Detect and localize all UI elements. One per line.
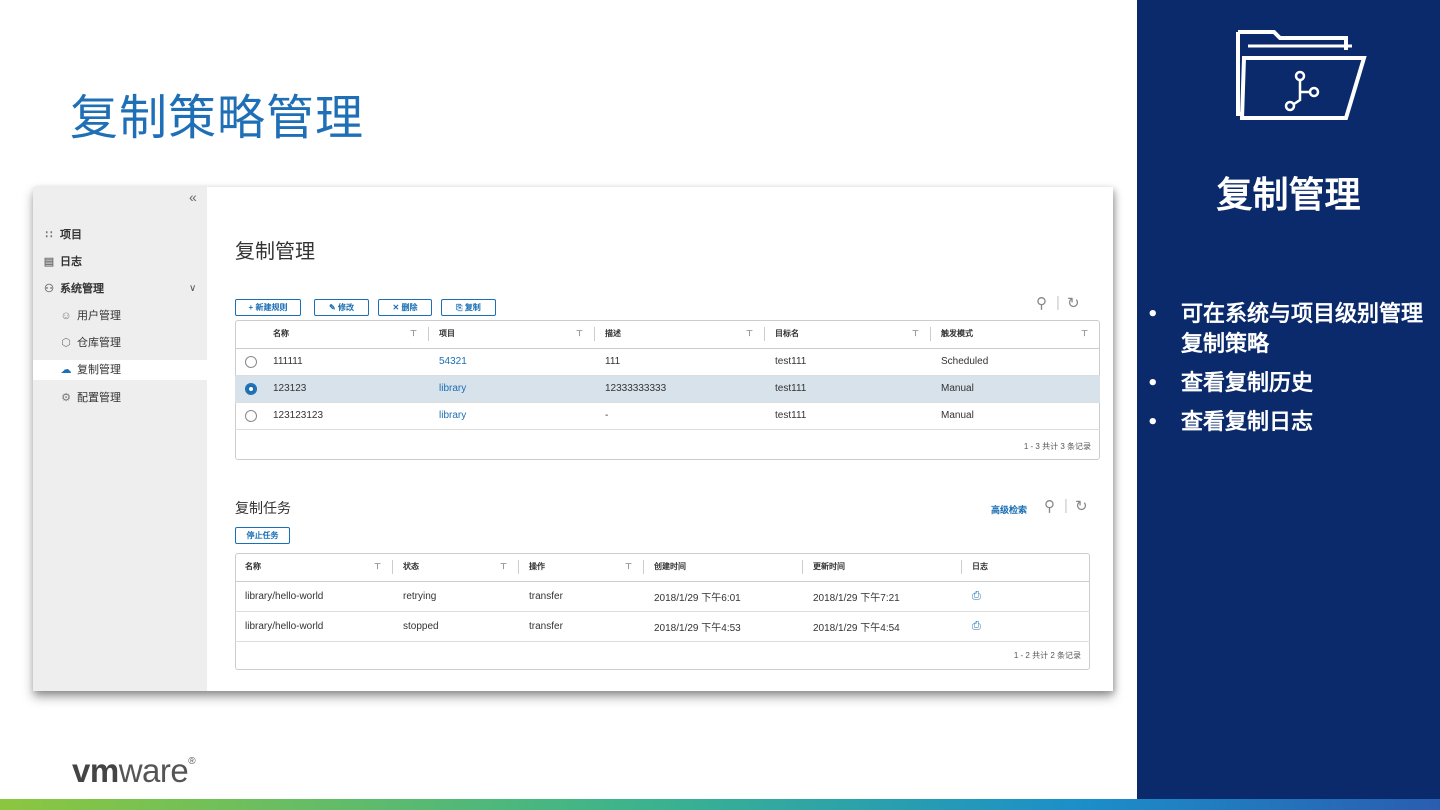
sidebar-item-projects[interactable]: ∷ 项目 [43, 225, 83, 245]
divider: | [1064, 497, 1068, 514]
users-icon: ☺ [60, 310, 72, 322]
bottom-gradient-bar [0, 799, 1440, 810]
registry-icon: ⬡ [61, 337, 71, 349]
sidebar-item-admin[interactable]: ⚇ 系统管理 [43, 279, 104, 299]
sidebar-item-label: 配置管理 [77, 392, 121, 404]
copy-icon: ⎘ [456, 303, 463, 312]
page-title: 复制管理 [235, 241, 315, 263]
column-header[interactable]: 日志 [962, 553, 1090, 582]
rules-table: 名称 ⊤ 项目 ⊤ 描述 ⊤ 目标名 ⊤ 触发模式 ⊤ 111111 54321 111 … [235, 320, 1100, 430]
search-icon[interactable]: ⚲ [1044, 497, 1055, 515]
pencil-icon: ✎ [329, 303, 336, 312]
filter-icon[interactable]: ⊤ [500, 562, 507, 571]
column-header[interactable]: 更新时间 [803, 553, 962, 582]
sidebar-item-logs[interactable]: ▤ 日志 [43, 252, 82, 272]
rules-table-footer: 1 - 3 共计 3 条记录 [1023, 442, 1091, 451]
filter-icon[interactable]: ⊤ [576, 329, 583, 338]
column-header[interactable]: 目标名 ⊤ [765, 320, 931, 349]
column-header[interactable]: 操作 ⊤ [519, 553, 644, 582]
sidebar-item-label: 项目 [60, 229, 82, 241]
stop-job-button[interactable]: 停止任务 [235, 527, 290, 544]
app-screenshot: « ∷ 项目 ▤ 日志 ⚇ 系统管理 ∨ ☺ 用户管理 ⬡ 仓库管理 ☁ 复制管… [33, 187, 1113, 691]
sidebar-item-label: 日志 [60, 256, 82, 268]
column-header[interactable]: 触发模式 ⊤ [931, 320, 1100, 349]
filter-icon[interactable]: ⊤ [1081, 329, 1088, 338]
right-panel: 复制管理 • 可在系统与项目级别管理复制策略 • 查看复制历史 • 查看复制日志 [1137, 0, 1440, 800]
copy-button[interactable]: ⎘ 复制 [441, 299, 496, 316]
refresh-icon[interactable]: ↻ [1067, 294, 1080, 312]
admin-icon: ⚇ [44, 283, 54, 295]
list-item: • 可在系统与项目级别管理复制策略 [1147, 302, 1424, 357]
sidebar-item-config[interactable]: ⚙ 配置管理 [60, 388, 121, 408]
collapse-sidebar-button[interactable]: « [189, 189, 197, 205]
table-row[interactable]: 123123 library 12333333333 test111 Manua… [235, 375, 1100, 403]
new-rule-button[interactable]: + 新建规则 [235, 299, 301, 316]
list-item: • 查看复制日志 [1147, 410, 1314, 435]
cloud-icon: ☁ [60, 364, 72, 376]
sidebar-item-label: 仓库管理 [77, 337, 121, 349]
row-radio[interactable] [245, 409, 257, 422]
main-content: 复制管理 + 新建规则 ✎ 修改 ✕ 删除 ⎘ 复制 ⚲ | ↻ 名称 ⊤ 项目 ⊤… [207, 187, 1113, 691]
jobs-table: 名称 ⊤ 状态 ⊤ 操作 ⊤ 创建时间 更新时间 日志 library/hello-w… [235, 553, 1090, 642]
project-link[interactable]: library [429, 402, 595, 430]
column-header[interactable]: 状态 ⊤ [393, 553, 519, 582]
select-column [235, 320, 263, 349]
log-file-icon[interactable]: ⎙ [972, 590, 981, 602]
close-icon: ✕ [392, 303, 400, 312]
filter-icon[interactable]: ⊤ [374, 562, 381, 571]
refresh-icon[interactable]: ↻ [1075, 497, 1088, 515]
column-header[interactable]: 名称 ⊤ [263, 320, 429, 349]
advanced-search-link[interactable]: 高级检索 [991, 503, 1027, 516]
vmware-logo: vmware® [72, 752, 196, 789]
table-row[interactable]: library/hello-world stopped transfer 201… [235, 611, 1090, 642]
sidebar-item-label: 用户管理 [77, 310, 121, 322]
sidebar-item-label: 复制管理 [77, 364, 121, 376]
project-link[interactable]: library [429, 375, 595, 403]
column-header[interactable]: 描述 ⊤ [595, 320, 765, 349]
filter-icon[interactable]: ⊤ [746, 329, 753, 338]
table-row[interactable]: library/hello-world retrying transfer 20… [235, 581, 1090, 612]
filter-icon[interactable]: ⊤ [912, 329, 919, 338]
sidebar-item-users[interactable]: ☺ 用户管理 [60, 306, 121, 326]
row-radio[interactable] [245, 382, 257, 395]
table-row[interactable]: 123123123 library - test111 Manual [235, 402, 1100, 430]
chevron-down-icon[interactable]: ∨ [189, 283, 196, 294]
sidebar-item-replication[interactable]: ☁ 复制管理 [33, 360, 207, 380]
column-header[interactable]: 创建时间 [644, 553, 803, 582]
jobs-title: 复制任务 [235, 500, 291, 516]
panel-title: 复制管理 [1216, 175, 1361, 216]
search-icon[interactable]: ⚲ [1036, 294, 1047, 312]
folder-branch-icon [1236, 30, 1367, 120]
feature-list: • 可在系统与项目级别管理复制策略 • 查看复制历史 • 查看复制日志 [1147, 300, 1437, 447]
slide-title: 复制策略管理 [70, 90, 365, 146]
edit-button[interactable]: ✎ 修改 [314, 299, 369, 316]
sidebar: « ∷ 项目 ▤ 日志 ⚇ 系统管理 ∨ ☺ 用户管理 ⬡ 仓库管理 ☁ 复制管… [33, 187, 207, 691]
project-link[interactable]: 54321 [429, 348, 595, 376]
projects-icon: ∷ [45, 229, 53, 241]
column-header[interactable]: 名称 ⊤ [235, 553, 393, 582]
settings-icon: ⚙ [61, 392, 71, 404]
sidebar-item-label: 系统管理 [60, 283, 104, 295]
filter-icon[interactable]: ⊤ [410, 329, 417, 338]
delete-button[interactable]: ✕ 删除 [378, 299, 432, 316]
list-item: • 查看复制历史 [1147, 371, 1314, 396]
sidebar-item-registries[interactable]: ⬡ 仓库管理 [60, 333, 121, 353]
table-row[interactable]: 111111 54321 111 test111 Scheduled [235, 348, 1100, 376]
filter-icon[interactable]: ⊤ [625, 562, 632, 571]
jobs-table-footer: 1 - 2 共计 2 条记录 [1013, 651, 1081, 660]
logs-icon: ▤ [43, 256, 55, 268]
row-radio[interactable] [245, 355, 257, 368]
column-header[interactable]: 项目 ⊤ [429, 320, 595, 349]
log-file-icon[interactable]: ⎙ [972, 620, 981, 632]
divider: | [1056, 294, 1060, 311]
